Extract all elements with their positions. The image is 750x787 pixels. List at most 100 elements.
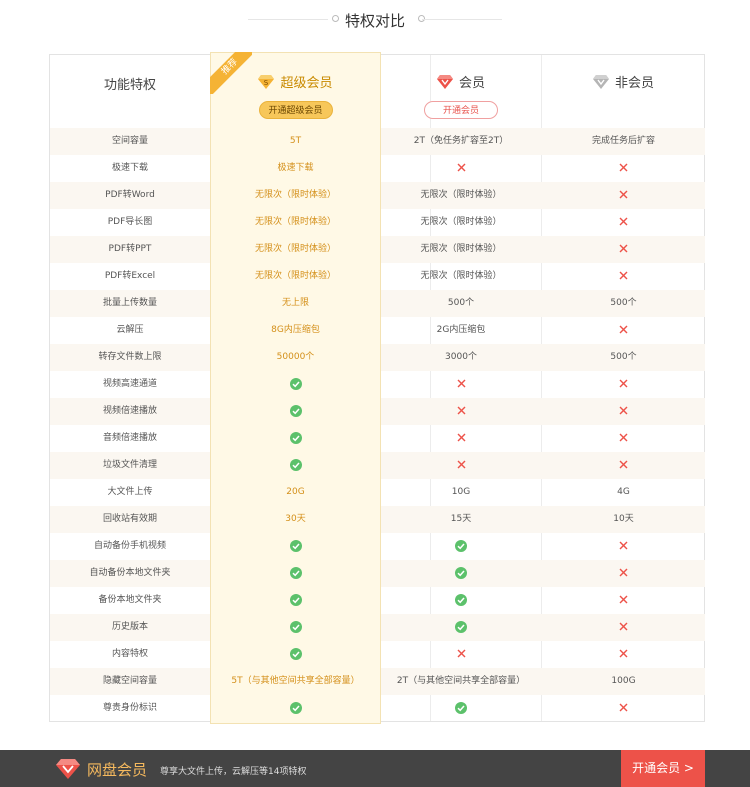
super-member-cell: 50000个 — [276, 352, 315, 362]
member-header: 会员 开通会员 — [381, 56, 541, 126]
table-row: 视频倍速播放 — [50, 398, 705, 425]
title-divider-right — [422, 19, 502, 20]
feature-cell: 音频倍速播放 — [102, 433, 157, 443]
check-icon — [211, 533, 380, 560]
feature-cell: 转存文件数上限 — [98, 352, 162, 362]
cross-icon — [542, 614, 705, 641]
check-icon — [211, 371, 380, 398]
open-member-button[interactable]: 开通会员 — [424, 100, 498, 119]
table-row: 音频倍速播放 — [50, 425, 705, 452]
super-member-cell: 无限次（限时体验） — [254, 217, 336, 227]
footer-bar: 网盘会员 尊享大文件上传，云解压等14项特权 开通会员 > — [0, 750, 750, 787]
super-member-cell: 无限次（限时体验） — [254, 271, 336, 281]
gray-diamond-icon — [592, 74, 609, 89]
table-row: 自动备份本地文件夹 — [50, 560, 705, 587]
feature-cell: 尊贵身份标识 — [102, 703, 157, 713]
super-member-cell: 30天 — [285, 514, 306, 524]
footer-description: 尊享大文件上传，云解压等14项特权 — [160, 767, 307, 777]
cross-icon — [542, 371, 705, 398]
super-member-cell: 5T — [289, 136, 302, 146]
non-member-header: 非会员 — [542, 56, 705, 126]
cross-icon — [542, 452, 705, 479]
open-super-member-button[interactable]: 开通超级会员 — [258, 100, 333, 119]
footer-diamond-icon — [56, 759, 80, 779]
red-diamond-icon — [436, 74, 453, 89]
member-cell: 3000个 — [445, 352, 477, 362]
footer-title: 网盘会员 — [87, 761, 148, 779]
cross-icon — [542, 560, 705, 587]
super-member-title: S 超级会员 — [258, 72, 333, 91]
table-row: 极速下载 极速下载 — [50, 155, 705, 182]
cross-icon — [381, 398, 541, 425]
table-row: 空间容量 5T 2T（免任务扩容至2T） 完成任务后扩容 — [50, 128, 705, 155]
check-icon — [211, 560, 380, 587]
member-cell: 10G — [451, 487, 471, 497]
page-title: 特权对比 — [344, 12, 405, 30]
feature-cell: PDF导长图 — [107, 217, 153, 227]
cross-icon — [542, 317, 705, 344]
table-row: 视频高速通道 — [50, 371, 705, 398]
super-member-name: 超级会员 — [280, 76, 333, 91]
super-member-cell: 极速下载 — [277, 163, 314, 173]
check-icon — [381, 560, 541, 587]
cross-icon — [381, 641, 541, 668]
cross-icon — [542, 155, 705, 182]
feature-cell: 批量上传数量 — [102, 298, 157, 308]
feature-cell: 大文件上传 — [107, 487, 153, 497]
check-icon — [211, 398, 380, 425]
table-row: 内容特权 — [50, 641, 705, 668]
table-row: PDF转Word 无限次（限时体验） 无限次（限时体验） — [50, 182, 705, 209]
member-cell: 无限次（限时体验） — [420, 271, 502, 281]
cross-icon — [542, 209, 705, 236]
cross-icon — [542, 641, 705, 668]
check-icon — [381, 695, 541, 722]
check-icon — [381, 587, 541, 614]
table-row: PDF转Excel 无限次（限时体验） 无限次（限时体验） — [50, 263, 705, 290]
table-row: 垃圾文件清理 — [50, 452, 705, 479]
feature-cell: 自动备份本地文件夹 — [89, 568, 171, 578]
non-member-cell: 500个 — [610, 298, 637, 308]
cross-icon — [542, 182, 705, 209]
check-icon — [211, 425, 380, 452]
table-row: 尊贵身份标识 — [50, 695, 705, 722]
super-member-cell: 8G内压缩包 — [271, 325, 320, 335]
table-row: PDF导长图 无限次（限时体验） 无限次（限时体验） — [50, 209, 705, 236]
feature-cell: 备份本地文件夹 — [98, 595, 162, 605]
non-member-cell: 10天 — [613, 514, 634, 524]
check-icon — [381, 614, 541, 641]
table-row: 批量上传数量 无上限 500个 500个 — [50, 290, 705, 317]
feature-cell: 视频高速通道 — [102, 379, 157, 389]
feature-cell: PDF转Excel — [104, 271, 156, 281]
feature-cell: 垃圾文件清理 — [102, 460, 157, 470]
feature-cell: 空间容量 — [111, 136, 148, 146]
table-row: 自动备份手机视频 — [50, 533, 705, 560]
feature-cell: PDF转Word — [105, 190, 155, 200]
table-row: 云解压 8G内压缩包 2G内压缩包 — [50, 317, 705, 344]
member-title: 会员 — [436, 72, 485, 91]
non-member-cell: 500个 — [610, 352, 637, 362]
super-member-cell: 无限次（限时体验） — [254, 190, 336, 200]
member-cell: 2T（免任务扩容至2T） — [413, 136, 509, 146]
member-cell: 无限次（限时体验） — [420, 217, 502, 227]
cross-icon — [381, 452, 541, 479]
table-row: 转存文件数上限 50000个 3000个 500个 — [50, 344, 705, 371]
cross-icon — [542, 236, 705, 263]
member-cell: 500个 — [447, 298, 475, 308]
check-icon — [211, 452, 380, 479]
feature-cell: 自动备份手机视频 — [93, 541, 166, 551]
non-member-title: 非会员 — [592, 72, 654, 91]
cross-icon — [542, 425, 705, 452]
cross-icon — [381, 155, 541, 182]
cross-icon — [542, 398, 705, 425]
feature-cell: 内容特权 — [111, 649, 148, 659]
table-row: 回收站有效期 30天 15天 10天 — [50, 506, 705, 533]
super-diamond-icon: S — [258, 74, 275, 89]
non-member-name: 非会员 — [614, 76, 654, 91]
super-member-cell: 无限次（限时体验） — [254, 244, 336, 254]
table-row: 历史版本 — [50, 614, 705, 641]
footer-open-member-button[interactable]: 开通会员 > — [621, 750, 705, 787]
feature-cell: 极速下载 — [111, 163, 148, 173]
svg-text:S: S — [264, 79, 269, 87]
cross-icon — [542, 587, 705, 614]
feature-cell: 云解压 — [116, 325, 144, 335]
